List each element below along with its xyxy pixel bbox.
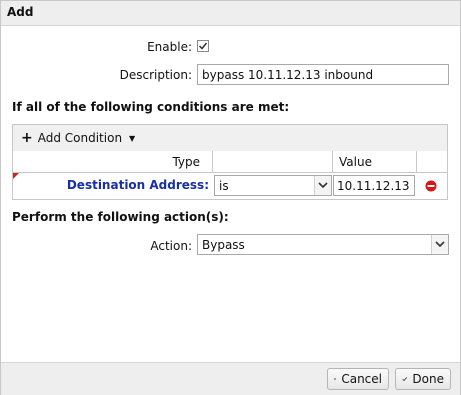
action-select-value: Bypass: [202, 238, 245, 252]
condition-row: Destination Address: is: [13, 173, 447, 199]
conditions-toolbar: + Add Condition ▼: [13, 125, 447, 152]
actions-heading: Perform the following action(s):: [12, 210, 229, 224]
column-header-value[interactable]: Value: [333, 151, 417, 172]
column-header-type-label: Type: [172, 155, 200, 169]
condition-field-label: Destination Address:: [66, 178, 209, 192]
chevron-down-icon: [314, 176, 331, 195]
conditions-heading: If all of the following conditions are m…: [12, 100, 290, 114]
add-dialog: Add Enable: Description: If all of the f…: [0, 0, 461, 395]
condition-value-input[interactable]: [333, 175, 415, 196]
cancel-label: Cancel: [341, 372, 382, 386]
cancel-icon: [334, 377, 337, 381]
conditions-grid: + Add Condition ▼ Type Value Destination…: [12, 124, 448, 200]
column-header-actions: [417, 151, 447, 172]
add-condition-button[interactable]: + Add Condition ▼: [21, 130, 135, 146]
add-condition-label: Add Condition: [37, 131, 123, 145]
description-input[interactable]: [197, 64, 449, 85]
column-header-type[interactable]: Type: [13, 151, 213, 172]
dialog-titlebar[interactable]: Add: [1, 1, 460, 26]
column-header-value-label: Value: [339, 155, 372, 169]
enable-checkbox[interactable]: [197, 40, 209, 52]
action-select[interactable]: Bypass: [197, 234, 449, 255]
condition-operator-select[interactable]: is: [214, 175, 332, 196]
cancel-button[interactable]: Cancel: [327, 368, 389, 390]
condition-operator-value: is: [219, 179, 229, 193]
remove-icon[interactable]: [425, 180, 437, 192]
dialog-title: Add: [7, 5, 34, 19]
done-button[interactable]: Done: [395, 368, 451, 390]
action-label: Action:: [150, 239, 192, 253]
description-label: Description:: [119, 68, 192, 82]
done-label: Done: [412, 372, 444, 386]
plus-icon: +: [21, 130, 33, 146]
dialog-footer: Cancel Done: [1, 362, 460, 395]
checkmark-icon: [198, 42, 208, 50]
chevron-down-icon: [431, 235, 448, 254]
grid-header: Type Value: [13, 151, 447, 173]
check-icon: [402, 377, 408, 382]
caret-down-icon: ▼: [129, 133, 136, 143]
enable-label: Enable:: [147, 40, 192, 54]
column-header-operator[interactable]: [213, 151, 333, 172]
